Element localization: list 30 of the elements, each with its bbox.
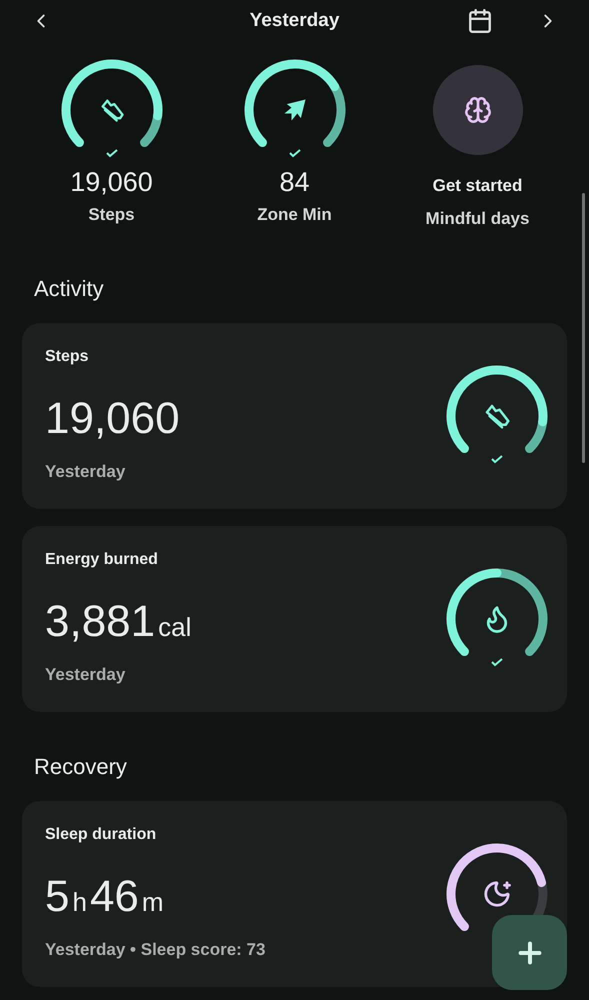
calendar-icon[interactable] (467, 8, 493, 34)
card-title: Steps (45, 346, 90, 366)
metric-card[interactable]: Steps 19,060 Yesterday (22, 322, 567, 508)
metric-value: 5 h 46 m (45, 872, 165, 922)
summary-label: Steps (88, 204, 135, 226)
metric-card[interactable]: Energy burned 3,881 cal Yesterday (22, 526, 567, 712)
date-title: Yesterday (250, 8, 340, 33)
card-subtitle: Yesterday (45, 664, 126, 686)
add-button[interactable] (492, 915, 567, 990)
summary-label: Mindful days (426, 208, 530, 230)
summary-value: 19,060 (70, 166, 153, 198)
metric-value: 3,881 cal (45, 598, 192, 648)
check-icon (288, 148, 302, 158)
section-title: Activity (33, 274, 105, 303)
summary-value: Get started (432, 175, 522, 197)
card-title: Energy burned (45, 550, 159, 570)
card-subtitle: Yesterday • Sleep score: 73 (45, 938, 266, 960)
brain-icon (464, 96, 492, 124)
summary-value: 84 (279, 166, 310, 198)
moon-star-icon (482, 878, 512, 908)
card-subtitle: Yesterday (45, 460, 126, 482)
section-title: Recovery (33, 752, 128, 781)
check-icon (104, 148, 118, 158)
check-icon (490, 454, 504, 464)
check-icon (490, 656, 504, 666)
metric-card[interactable]: Sleep duration 5 h 46 m Yesterday • Sleep score: 73 (22, 800, 567, 986)
summary-label: Zone Min (257, 204, 332, 226)
scrollbar[interactable] (582, 193, 585, 463)
metric-value: 19,060 (45, 394, 181, 444)
card-title: Sleep duration (45, 824, 158, 844)
